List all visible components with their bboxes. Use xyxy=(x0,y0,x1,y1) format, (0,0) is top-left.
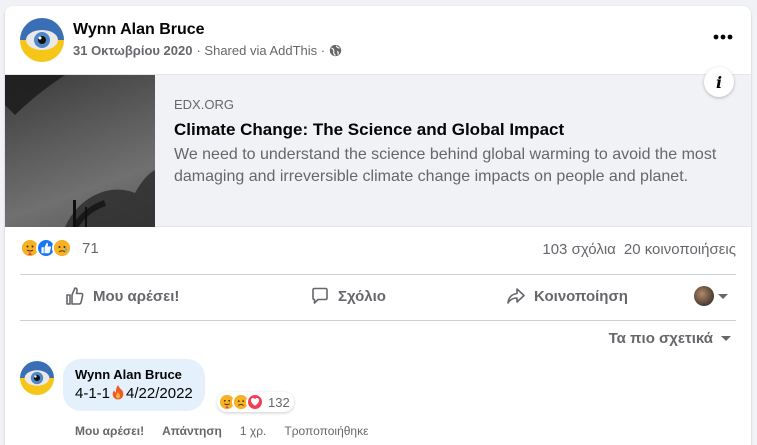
love-reaction-icon xyxy=(246,393,264,411)
post-date[interactable]: 31 Οκτωβρίου 2020 xyxy=(73,43,192,58)
comment-reaction-count: 132 xyxy=(268,394,290,410)
comment-edited-label[interactable]: Τροποποιήθηκε xyxy=(284,424,368,438)
comment-button[interactable]: Σχόλιο xyxy=(310,276,386,316)
thumbs-up-icon xyxy=(66,287,84,305)
fire-emoji-icon xyxy=(111,384,125,403)
like-button[interactable]: Μου αρέσει! xyxy=(65,276,179,316)
post-meta: 31 Οκτωβρίου 2020 · Shared via AddThis · xyxy=(73,43,342,58)
comment-item: Wynn Alan Bruce 4-1-1 4/22/2022 132 Μου xyxy=(20,359,736,441)
chevron-down-icon xyxy=(718,293,728,299)
sad-reaction-icon xyxy=(52,238,72,258)
comment-text-end: 4/22/2022 xyxy=(126,385,193,402)
reaction-summary[interactable]: 71 xyxy=(20,238,99,258)
comment-button-label: Σχόλιο xyxy=(338,287,386,305)
post-actions: Μου αρέσει! Σχόλιο Κοινοποίηση xyxy=(20,276,736,316)
actions-divider xyxy=(20,320,736,321)
comment-bubble: Wynn Alan Bruce 4-1-1 4/22/2022 xyxy=(63,359,205,411)
link-domain: EDX.ORG xyxy=(174,97,234,112)
link-description: We need to understand the science behind… xyxy=(174,146,717,185)
stats-right: 103 σχόλια 20 κοινοποιήσεις xyxy=(542,241,736,258)
link-title[interactable]: Climate Change: The Science and Global I… xyxy=(174,120,724,140)
link-thumbnail[interactable] xyxy=(5,75,155,227)
more-options-button[interactable] xyxy=(706,24,740,50)
more-icon xyxy=(713,34,733,40)
share-button[interactable]: Κοινοποίηση xyxy=(506,276,628,316)
share-icon xyxy=(507,288,525,304)
comment-text: 4-1-1 4/22/2022 xyxy=(75,384,193,403)
shared-via-text: · Shared via AddThis · xyxy=(196,43,326,58)
post-card: Wynn Alan Bruce 31 Οκτωβρίου 2020 · Shar… xyxy=(5,6,751,445)
comment-sort-dropdown[interactable]: Τα πιο σχετικά xyxy=(609,330,731,347)
post-as-selector[interactable] xyxy=(694,286,728,306)
share-button-label: Κοινοποίηση xyxy=(534,287,628,305)
comment-like-link[interactable]: Μου αρέσει! xyxy=(75,424,144,438)
stats-divider xyxy=(20,274,736,275)
comment-icon xyxy=(312,287,328,304)
profile-avatar xyxy=(694,286,714,306)
link-body: EDX.ORG Climate Change: The Science and … xyxy=(174,97,724,188)
comment-actions: Μου αρέσει! Απάντηση 1 χρ. Τροποποιήθηκε xyxy=(75,424,368,438)
shares-count-link[interactable]: 20 κοινοποιήσεις xyxy=(624,241,736,258)
like-button-label: Μου αρέσει! xyxy=(93,287,180,305)
reaction-count: 71 xyxy=(82,239,99,257)
info-button[interactable]: i xyxy=(704,67,734,97)
author-avatar[interactable] xyxy=(20,18,64,62)
comment-reaction-summary[interactable]: 132 xyxy=(217,392,294,412)
link-preview[interactable]: i EDX.ORG Climate Change: The Science an… xyxy=(5,67,751,227)
comment-time[interactable]: 1 χρ. xyxy=(240,424,266,438)
chevron-down-icon xyxy=(721,336,731,341)
sort-label: Τα πιο σχετικά xyxy=(608,330,713,347)
post-stats: 71 103 σχόλια 20 κοινοποιήσεις xyxy=(20,238,736,264)
comment-text-start: 4-1-1 xyxy=(75,385,111,402)
comment-reply-link[interactable]: Απάντηση xyxy=(162,424,222,438)
commenter-name[interactable]: Wynn Alan Bruce xyxy=(75,367,193,382)
post-header: Wynn Alan Bruce 31 Οκτωβρίου 2020 · Shar… xyxy=(20,18,740,68)
comments-count-link[interactable]: 103 σχόλια xyxy=(542,241,615,258)
post-author-name[interactable]: Wynn Alan Bruce xyxy=(73,21,205,39)
commenter-avatar[interactable] xyxy=(20,361,54,395)
globe-icon[interactable] xyxy=(329,44,342,57)
